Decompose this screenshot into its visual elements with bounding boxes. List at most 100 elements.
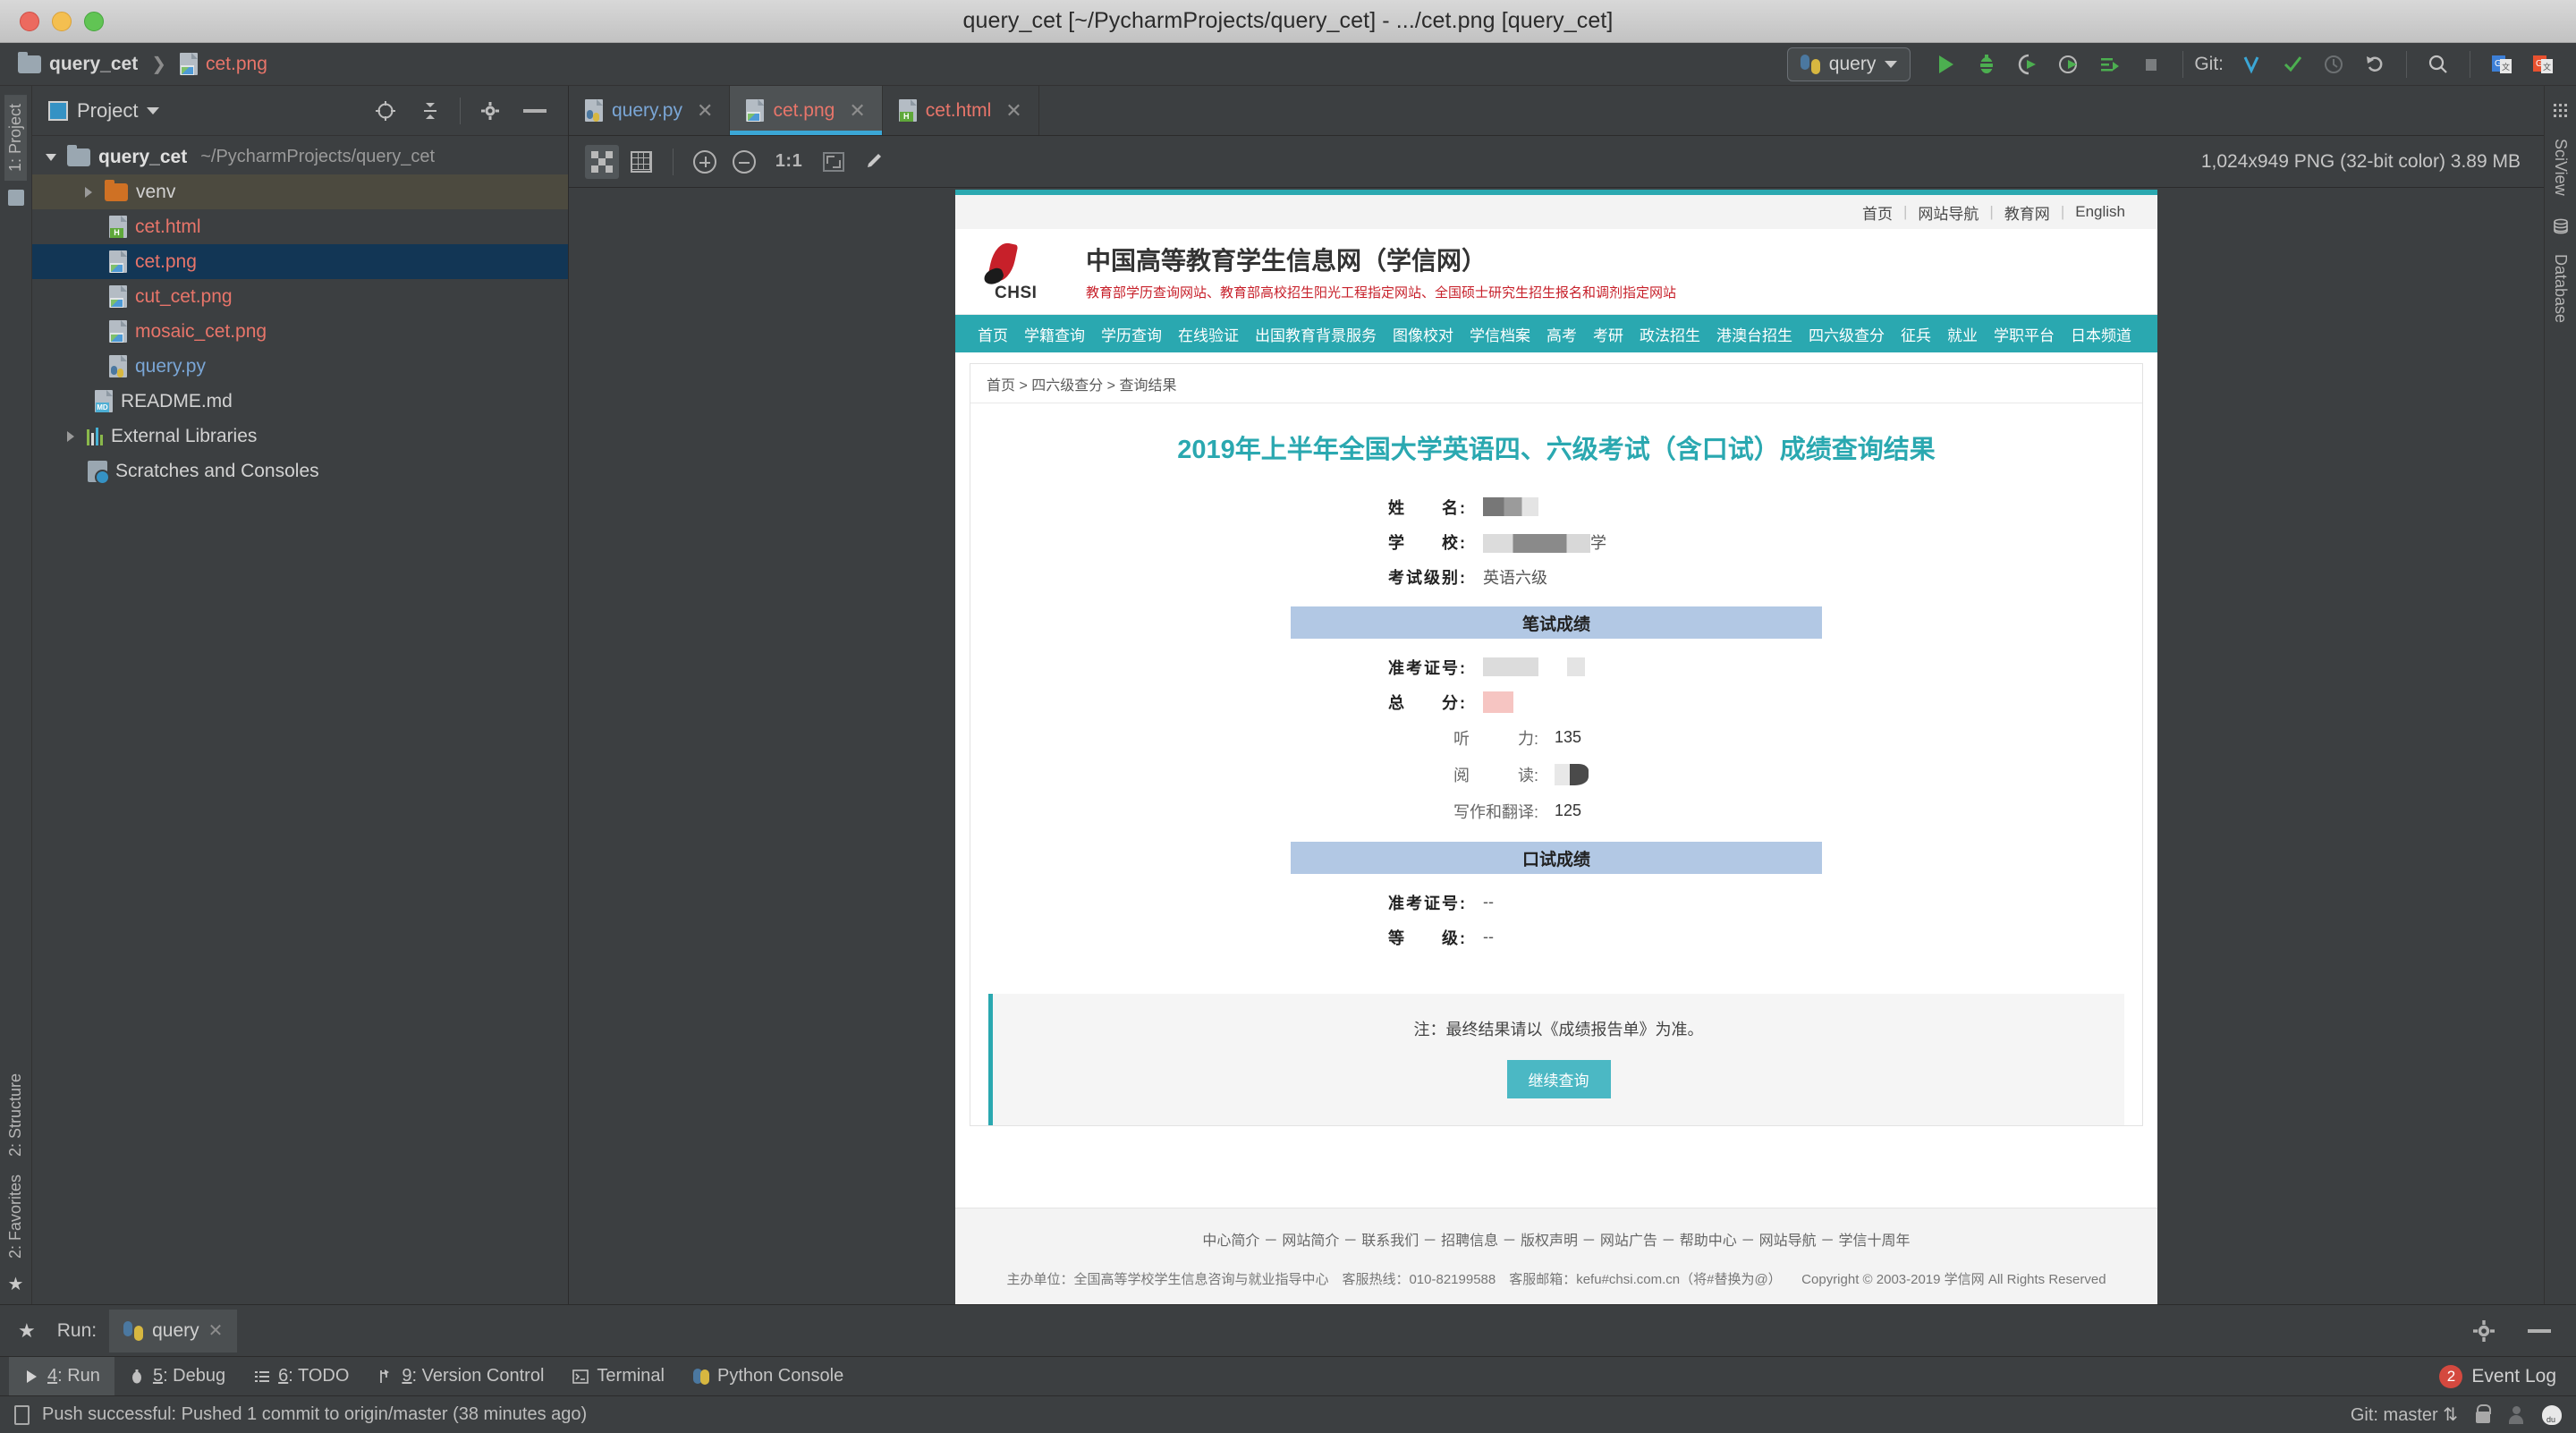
nav-item-10[interactable]: 港澳台招生 <box>1708 323 1801 345</box>
breadcrumb-file[interactable]: cet.png <box>206 54 267 75</box>
sidebar-item-project[interactable]: 1: Project <box>4 95 27 181</box>
run-with-params-icon[interactable] <box>2092 47 2128 82</box>
locate-file-icon[interactable] <box>368 93 403 129</box>
close-icon[interactable]: ✕ <box>208 1319 224 1342</box>
tool-window-terminal[interactable]: Terminal <box>558 1357 679 1396</box>
tool-window-todo[interactable]: 6: TODO <box>240 1357 363 1396</box>
tree-label: cet.png <box>135 251 197 273</box>
tree-item-venv[interactable]: venv <box>32 174 568 209</box>
tree-item-external-libraries[interactable]: External Libraries <box>32 419 568 454</box>
fit-to-window-icon[interactable] <box>817 145 851 179</box>
top-link-sitemap[interactable]: 网站导航 <box>1907 201 1989 224</box>
git-history-icon[interactable] <box>2316 47 2351 82</box>
chevron-right-icon[interactable] <box>82 185 97 199</box>
nav-item-6[interactable]: 学信档案 <box>1462 323 1538 345</box>
nav-item-12[interactable]: 征兵 <box>1893 323 1939 345</box>
tree-item-mosaic-cet-png[interactable]: mosaic_cet.png <box>32 314 568 349</box>
profile-icon[interactable] <box>2051 47 2087 82</box>
tree-label: venv <box>136 182 175 203</box>
git-revert-icon[interactable] <box>2357 47 2393 82</box>
collapse-all-icon[interactable] <box>412 93 448 129</box>
debug-icon[interactable] <box>1969 47 2004 82</box>
nav-item-4[interactable]: 出国教育背景服务 <box>1247 323 1385 345</box>
nav-item-2[interactable]: 学历查询 <box>1093 323 1170 345</box>
gear-icon[interactable] <box>2466 1313 2502 1349</box>
tool-window-version-control[interactable]: 9: Version Control <box>363 1357 558 1396</box>
top-link-home[interactable]: 首页 <box>1852 201 1903 224</box>
sidebar-item-structure[interactable]: 2: Structure <box>4 1064 27 1166</box>
git-commit-icon[interactable] <box>2275 47 2310 82</box>
run-icon[interactable] <box>1928 47 1963 82</box>
tree-item-readme-md[interactable]: MD README.md <box>32 384 568 419</box>
tool-window-debug[interactable]: 5: Debug <box>114 1357 240 1396</box>
nav-item-8[interactable]: 考研 <box>1585 323 1631 345</box>
tab-cet-png[interactable]: cet.png ✕ <box>730 86 882 135</box>
baidu-paw-icon[interactable] <box>2542 1405 2562 1425</box>
tree-item-cet-png[interactable]: cet.png <box>32 244 568 279</box>
sidebar-item-sciview[interactable]: SciView <box>2549 130 2572 205</box>
nav-item-14[interactable]: 学职平台 <box>1986 323 2063 345</box>
nav-item-11[interactable]: 四六级查分 <box>1801 323 1893 345</box>
info-label: 等 级: <box>1306 926 1476 949</box>
gear-icon[interactable] <box>472 93 508 129</box>
tab-query-py[interactable]: query.py ✕ <box>569 86 730 135</box>
search-everywhere-icon[interactable] <box>2420 47 2456 82</box>
close-icon[interactable]: ✕ <box>849 99 865 123</box>
zoom-out-icon[interactable] <box>727 145 761 179</box>
git-update-icon[interactable] <box>2233 47 2269 82</box>
run-tab-query[interactable]: query ✕ <box>109 1310 237 1352</box>
hide-panel-icon[interactable] <box>517 93 553 129</box>
person-icon[interactable] <box>2508 1406 2524 1424</box>
breadcrumb-project[interactable]: query_cet <box>49 54 138 75</box>
nav-item-7[interactable]: 高考 <box>1538 323 1585 345</box>
tree-item-query-py[interactable]: query.py <box>32 349 568 384</box>
favorites-star-icon[interactable]: ★ <box>9 1319 45 1343</box>
nav-item-13[interactable]: 就业 <box>1939 323 1986 345</box>
transparency-grid-icon[interactable] <box>585 145 619 179</box>
translate-icon-blue[interactable]: G文 <box>2484 47 2520 82</box>
color-picker-icon[interactable] <box>856 145 890 179</box>
actual-size-icon[interactable]: 1:1 <box>767 145 811 179</box>
tab-cet-html[interactable]: H cet.html ✕ <box>883 86 1039 135</box>
tool-window-run[interactable]: 4: Run <box>9 1357 114 1396</box>
tool-window-python-console[interactable]: Python Console <box>679 1357 858 1396</box>
nav-item-9[interactable]: 政法招生 <box>1631 323 1708 345</box>
written-row-ticket: 准考证号: <box>1306 649 1807 684</box>
close-icon[interactable]: ✕ <box>1005 99 1021 123</box>
redacted-school <box>1483 534 1590 553</box>
chevron-down-icon[interactable] <box>45 150 59 165</box>
nav-item-5[interactable]: 图像校对 <box>1385 323 1462 345</box>
event-log-area[interactable]: 2 Event Log <box>2439 1365 2576 1388</box>
top-link-english[interactable]: English <box>2064 203 2136 221</box>
run-coverage-icon[interactable] <box>2010 47 2046 82</box>
zoom-in-icon[interactable] <box>688 145 722 179</box>
nav-item-15[interactable]: 日本频道 <box>2063 323 2140 345</box>
hide-panel-icon[interactable] <box>2521 1313 2557 1349</box>
tree-item-cet-html[interactable]: H cet.html <box>32 209 568 244</box>
stop-icon[interactable] <box>2133 47 2169 82</box>
git-branch-widget[interactable]: Git: master ⇅ <box>2351 1403 2458 1426</box>
sidebar-item-database[interactable]: Database <box>2549 245 2572 332</box>
lock-icon[interactable] <box>2476 1412 2490 1423</box>
continue-query-button[interactable]: 继续查询 <box>1507 1060 1611 1098</box>
run-tab-label: query <box>152 1320 199 1342</box>
tree-item-query_cet[interactable]: query_cet ~/PycharmProjects/query_cet <box>32 140 568 174</box>
translate-icon-red[interactable]: G文 <box>2525 47 2561 82</box>
favorites-star-icon[interactable]: ★ <box>8 1273 24 1295</box>
chevron-down-icon[interactable] <box>147 107 159 114</box>
tree-item-scratches-and-consoles[interactable]: Scratches and Consoles <box>32 454 568 488</box>
sidebar-item-favorites[interactable]: 2: Favorites <box>4 1166 27 1268</box>
top-link-edu-net[interactable]: 教育网 <box>1994 201 2061 224</box>
nav-item-3[interactable]: 在线验证 <box>1170 323 1247 345</box>
nav-item-1[interactable]: 学籍查询 <box>1016 323 1093 345</box>
subscore-label: 写作和翻译: <box>1306 800 1549 823</box>
nav-item-0[interactable]: 首页 <box>970 323 1016 345</box>
footer-links[interactable]: 中心简介 － 网站简介 － 联系我们 － 招聘信息 － 版权声明 － 网站广告 … <box>955 1228 2157 1250</box>
tree-item-cut-cet-png[interactable]: cut_cet.png <box>32 279 568 314</box>
chevron-right-icon[interactable] <box>64 429 79 444</box>
tool-window-bar: 4: Run 5: Debug 6: TODO 9: Version Contr… <box>0 1356 2576 1395</box>
close-icon[interactable]: ✕ <box>697 99 713 123</box>
pixel-grid-icon[interactable] <box>624 145 658 179</box>
run-configuration-selector[interactable]: query <box>1787 47 1911 81</box>
tool-window-number: 9 <box>402 1366 411 1386</box>
